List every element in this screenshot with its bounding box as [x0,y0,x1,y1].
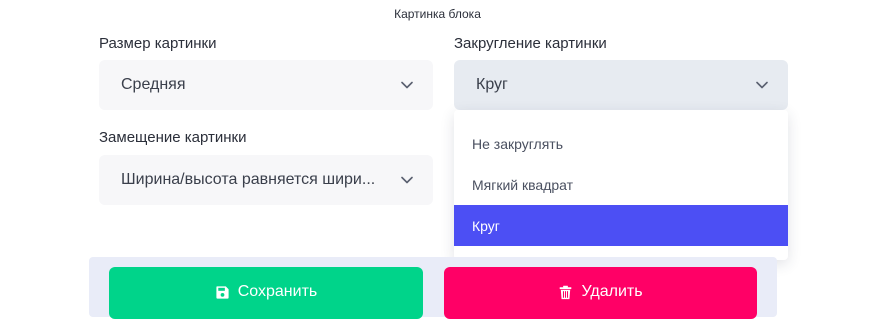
trash-icon [560,285,572,299]
size-field-label: Размер картинки [99,35,217,52]
rounding-field-label: Закругление картинки [454,35,607,52]
chevron-down-icon [401,81,413,89]
rounding-dropdown-menu: Не закруглять Мягкий квадрат Круг [454,110,788,260]
save-button[interactable]: Сохранить [109,267,423,319]
floppy-disk-icon [216,285,229,299]
fit-field-label: Замещение картинки [99,129,247,146]
chevron-down-icon [401,176,413,184]
fit-select-value: Ширина/высота равняется шири... [121,171,376,188]
page-title: Картинка блока [394,7,481,21]
fit-select[interactable]: Ширина/высота равняется шири... [99,155,433,205]
delete-button[interactable]: Удалить [444,267,757,319]
size-select[interactable]: Средняя [99,60,433,110]
dropdown-option-label: Не закруглять [472,135,563,152]
dropdown-option-soft-square[interactable]: Мягкий квадрат [454,164,788,205]
delete-button-label: Удалить [581,283,643,300]
dropdown-option-label: Круг [472,217,500,234]
dropdown-option-label: Мягкий квадрат [472,176,574,193]
dropdown-option-no-rounding[interactable]: Не закруглять [454,123,788,164]
rounding-select[interactable]: Круг [454,60,788,110]
save-button-label: Сохранить [237,283,318,300]
rounding-select-value: Круг [476,76,508,93]
chevron-down-icon [756,81,768,89]
dropdown-option-circle[interactable]: Круг [454,205,788,246]
size-select-value: Средняя [121,76,186,93]
